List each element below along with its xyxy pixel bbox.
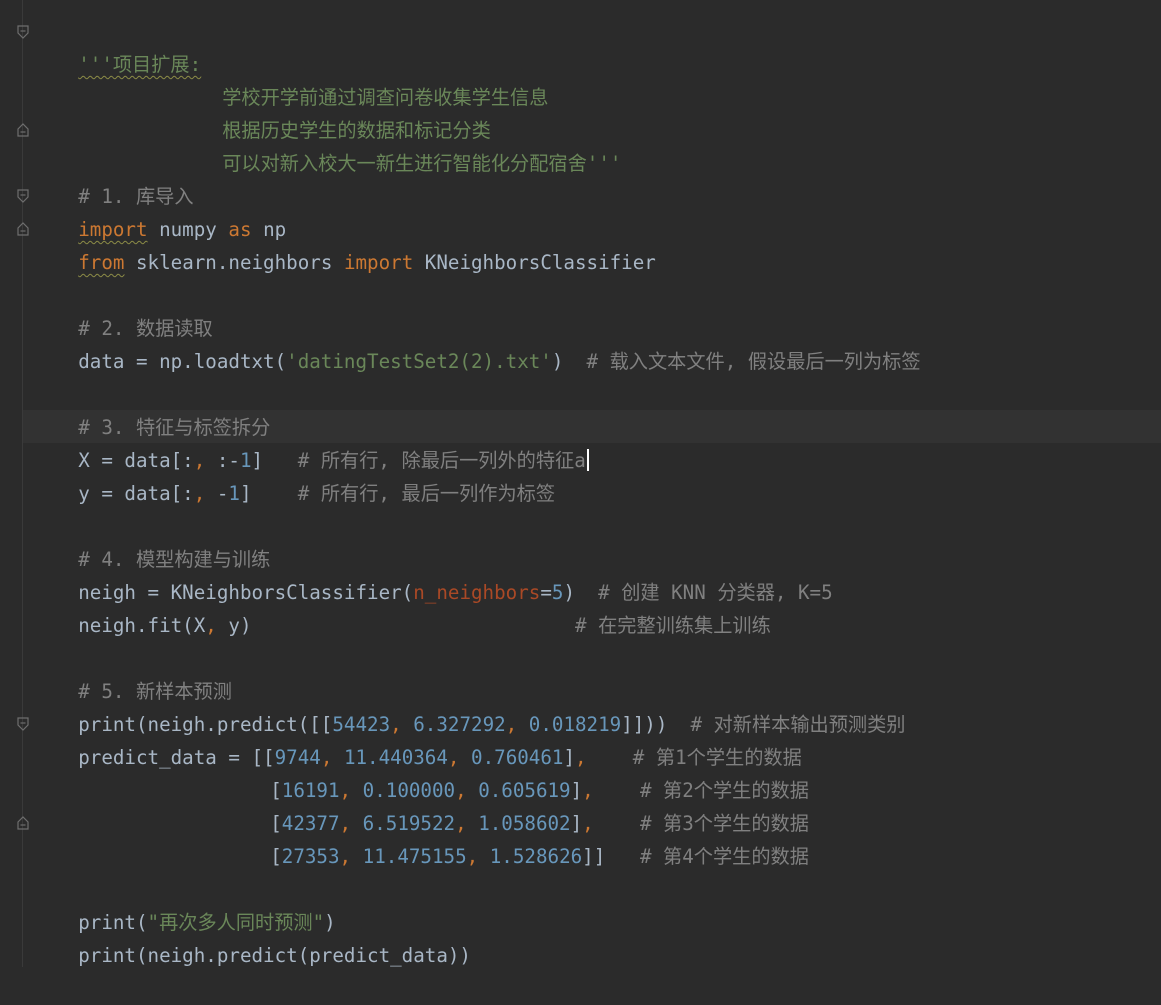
code-line-16[interactable]: # 4. 模型构建与训练 (32, 510, 270, 571)
fold-close-icon[interactable] (16, 222, 30, 236)
docstring-text: 可以对新入校大一新生进行智能化分配宿舍''' (222, 152, 622, 175)
code-text: ) (551, 350, 587, 373)
code-line-23[interactable]: [16191, 0.100000, 0.605619], # 第2个学生的数据 (224, 741, 809, 802)
code-line-17[interactable]: neigh = KNeighborsClassifier(n_neighbors… (32, 543, 832, 604)
number-literal: 27353 (281, 845, 340, 868)
docstring-quote: ''' (78, 53, 113, 76)
code-line-25[interactable]: [27353, 11.475155, 1.528626]] # 第4个学生的数据 (224, 807, 809, 868)
code-text: - (205, 482, 229, 505)
code-text: ]] (582, 845, 640, 868)
comment: # 载入文本文件, 假设最后一列为标签 (586, 350, 921, 373)
code-line-20[interactable]: # 5. 新样本预测 (32, 642, 232, 703)
code-text: KNeighborsClassifier (413, 251, 656, 274)
keyword-import: import (343, 251, 414, 274)
comment: # 第4个学生的数据 (639, 845, 809, 868)
number-literal: 1 (228, 482, 240, 505)
code-line-12[interactable]: # 3. 特征与标签拆分 (32, 378, 270, 439)
code-line-5[interactable]: # 1. 库导入 (32, 147, 193, 208)
comma: , (339, 845, 352, 868)
fold-open-icon[interactable] (16, 189, 30, 203)
fold-close-icon[interactable] (16, 816, 30, 830)
code-text: [ (270, 845, 282, 868)
code-text: ] (239, 482, 298, 505)
text-caret (586, 449, 589, 471)
code-editor[interactable]: '''项目扩展: 学校开学前通过调查问卷收集学生信息 根据历史学生的数据和标记分… (0, 0, 1161, 967)
code-text: neigh.fit(X (78, 614, 206, 637)
code-line-10[interactable]: data = np.loadtxt('datingTestSet2(2).txt… (32, 312, 920, 373)
code-line-22[interactable]: predict_data = [[9744, 11.440364, 0.7604… (32, 708, 802, 769)
code-line-9[interactable]: # 2. 数据读取 (32, 279, 213, 340)
code-line-1[interactable]: '''项目扩展: (32, 15, 201, 76)
code-line-6[interactable]: import numpy as np (32, 180, 286, 241)
code-line-27[interactable]: print("再次多人同时预测") (32, 873, 335, 934)
fold-open-icon[interactable] (16, 25, 30, 39)
code-line-28[interactable]: print(neigh.predict(predict_data)) (32, 906, 471, 967)
code-text: y = data[: (78, 482, 194, 505)
comment: # 在完整训练集上训练 (574, 614, 771, 637)
comment: # 所有行, 最后一列作为标签 (297, 482, 556, 505)
number-literal: 11.475155 (351, 845, 467, 868)
code-line-13[interactable]: X = data[:, :-1] # 所有行, 除最后一列外的特征a (32, 411, 589, 472)
keyword-from: from (78, 251, 125, 274)
code-text: y) (216, 614, 575, 637)
code-line-14[interactable]: y = data[:, -1] # 所有行, 最后一列作为标签 (32, 444, 555, 505)
code-text: print(neigh.predict(predict_data)) (78, 944, 471, 967)
code-line-2[interactable]: 学校开学前通过调查问卷收集学生信息 (176, 48, 548, 109)
comma: , (205, 614, 217, 637)
code-line-7[interactable]: from sklearn.neighbors import KNeighbors… (32, 213, 656, 274)
code-text: data = np.loadtxt( (78, 350, 287, 373)
comma: , (193, 482, 206, 505)
code-line-4[interactable]: 可以对新入校大一新生进行智能化分配宿舍''' (176, 114, 621, 175)
code-line-24[interactable]: [42377, 6.519522, 1.058602], # 第3个学生的数据 (224, 774, 809, 835)
code-line-3[interactable]: 根据历史学生的数据和标记分类 (176, 81, 491, 142)
code-line-18[interactable]: neigh.fit(X, y) # 在完整训练集上训练 (32, 576, 771, 637)
fold-open-icon[interactable] (16, 717, 30, 731)
code-line-21[interactable]: print(neigh.predict([[54423, 6.327292, 0… (32, 675, 905, 736)
fold-close-icon[interactable] (16, 123, 30, 137)
comma: , (466, 845, 479, 868)
number-literal: 1.528626 (478, 845, 583, 868)
code-text: sklearn.neighbors (124, 251, 344, 274)
string-literal: 'datingTestSet2(2).txt' (286, 350, 552, 373)
